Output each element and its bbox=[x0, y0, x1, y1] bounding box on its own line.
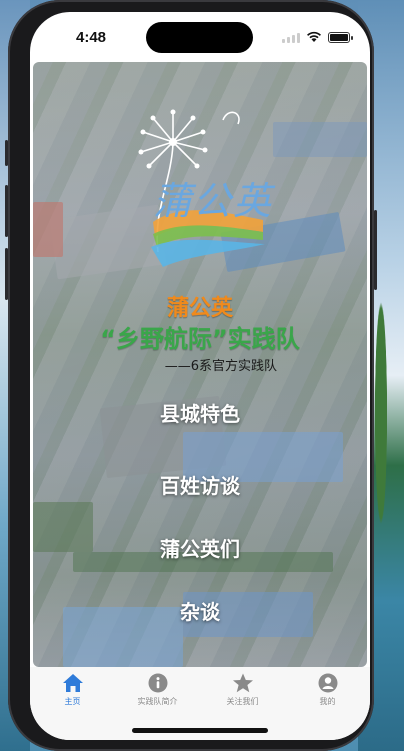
tab-profile[interactable]: 我的 bbox=[288, 673, 368, 740]
tab-label: 实践队简介 bbox=[137, 697, 178, 706]
menu-item-county-features[interactable]: 县城特色 bbox=[33, 398, 367, 427]
mute-switch bbox=[5, 140, 8, 166]
menu-item-miscellaneous[interactable]: 杂谈 bbox=[33, 596, 367, 625]
phone-frame: 4:48 蒲公英 蒲公英 “乡野航际”实践队 ——6系官方实践队 县城特色 百姓… bbox=[5, 0, 377, 751]
volume-down-button bbox=[5, 248, 8, 300]
logo-text: 蒲公英 bbox=[153, 179, 274, 223]
cellular-signal-icon bbox=[282, 32, 300, 43]
dynamic-island bbox=[146, 22, 253, 53]
team-affiliation-note: ——6系官方实践队 bbox=[164, 359, 277, 374]
home-content: 蒲公英 蒲公英 “乡野航际”实践队 ——6系官方实践队 县城特色 百姓访谈 蒲公… bbox=[33, 62, 367, 667]
team-name-heading: “乡野航际”实践队 bbox=[100, 325, 300, 353]
volume-up-button bbox=[5, 185, 8, 237]
tab-label: 主页 bbox=[64, 697, 81, 706]
menu-item-dandelions[interactable]: 蒲公英们 bbox=[33, 533, 367, 562]
profile-icon bbox=[318, 673, 337, 693]
battery-icon bbox=[328, 31, 353, 43]
building-shape bbox=[33, 202, 63, 257]
status-icons bbox=[282, 31, 353, 43]
tab-home[interactable]: 主页 bbox=[33, 673, 113, 740]
app-screen: 4:48 蒲公英 蒲公英 “乡野航际”实践队 ——6系官方实践队 县城特色 百姓… bbox=[30, 12, 370, 740]
menu-item-resident-interviews[interactable]: 百姓访谈 bbox=[33, 470, 367, 499]
info-icon bbox=[148, 673, 167, 693]
home-icon bbox=[62, 674, 83, 692]
home-indicator bbox=[132, 728, 268, 733]
tab-label: 我的 bbox=[319, 697, 336, 706]
tab-label: 关注我们 bbox=[226, 697, 259, 706]
status-time: 4:48 bbox=[76, 28, 107, 46]
star-icon bbox=[232, 673, 253, 693]
power-button bbox=[374, 210, 377, 290]
building-shape bbox=[273, 122, 367, 157]
wifi-icon bbox=[307, 31, 321, 42]
page-title: 蒲公英 bbox=[166, 296, 233, 321]
